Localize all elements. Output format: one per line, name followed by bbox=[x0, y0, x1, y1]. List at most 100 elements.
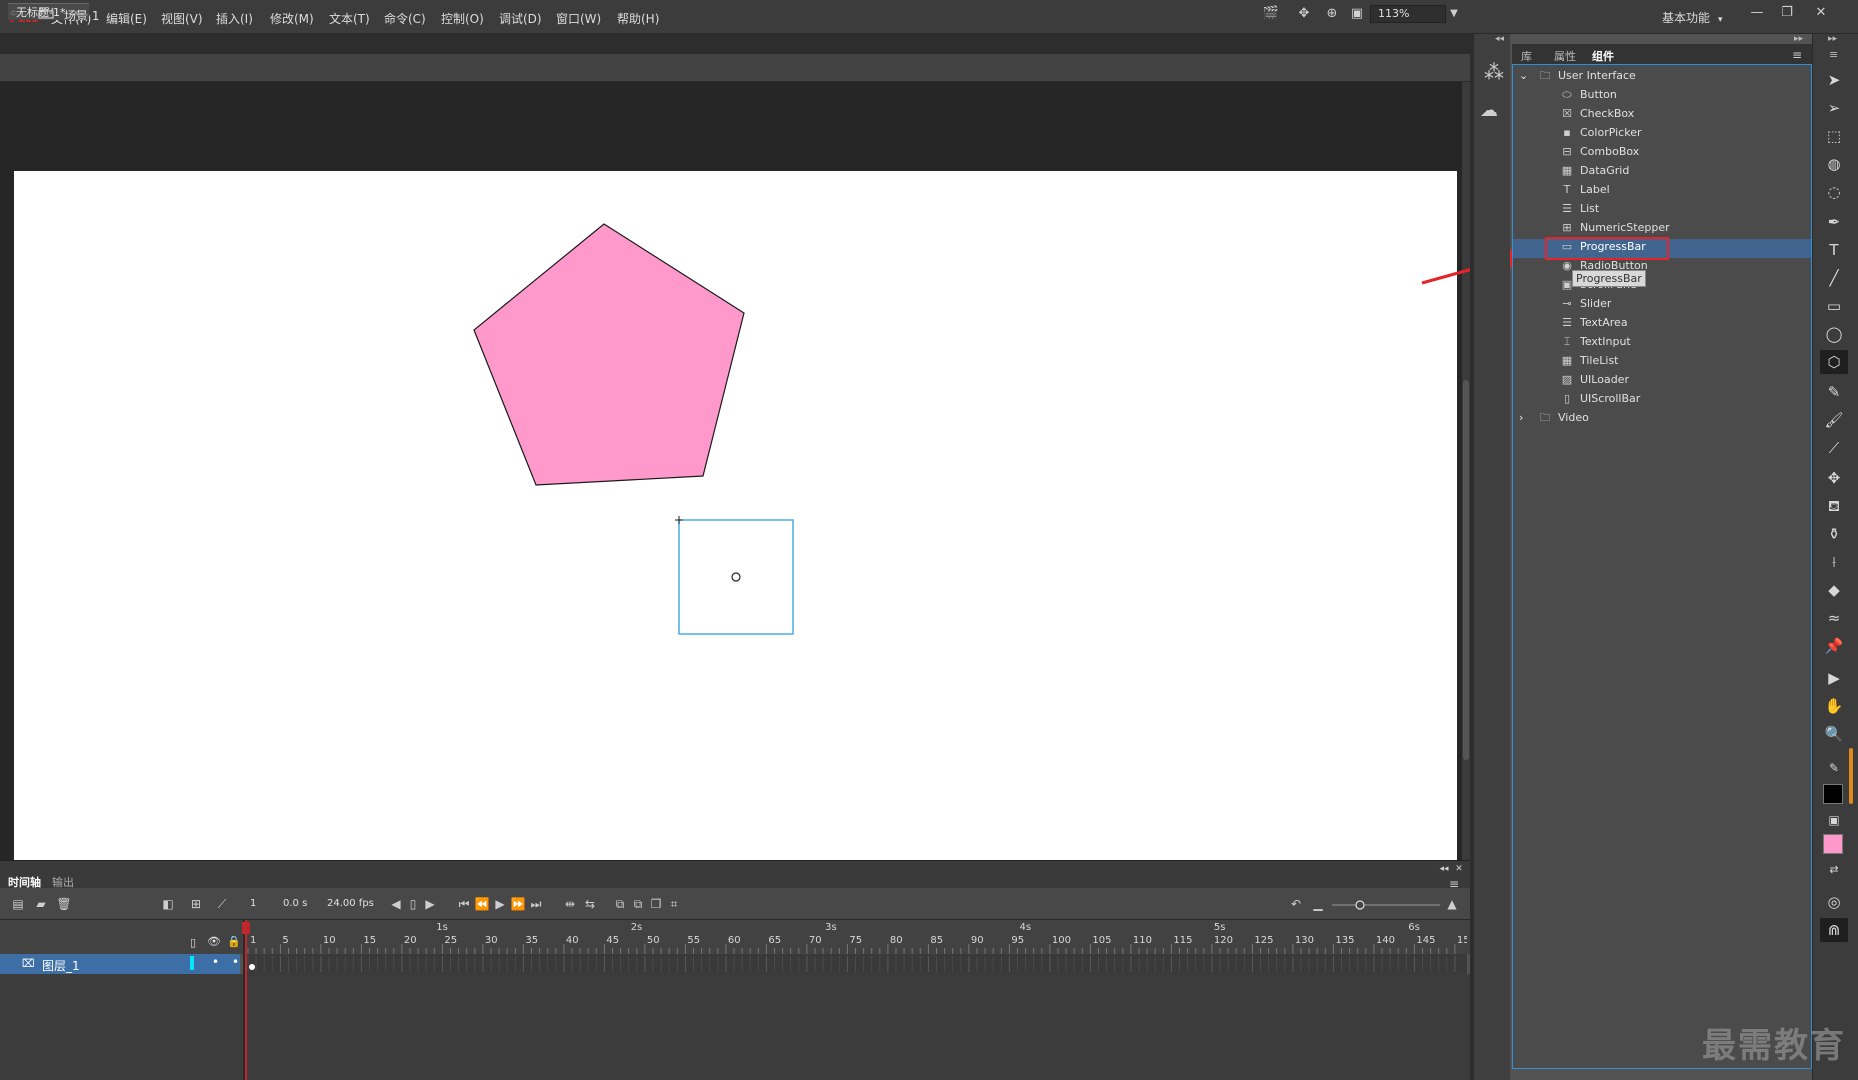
tree-item-textarea[interactable]: ☰ TextArea bbox=[1560, 313, 1628, 332]
close-icon[interactable]: ✕ bbox=[1451, 861, 1467, 877]
paint-brush-tool-icon[interactable]: 🖌 bbox=[1820, 408, 1848, 432]
paint-bucket-tool-icon[interactable]: ⛾ bbox=[1820, 494, 1848, 518]
restore-button[interactable]: ❐ bbox=[1774, 3, 1800, 23]
tree-item-tilelist[interactable]: ▦ TileList bbox=[1560, 351, 1619, 370]
tree-item-textinput[interactable]: ⌶ TextInput bbox=[1560, 332, 1631, 351]
component-selection-box[interactable] bbox=[678, 519, 794, 635]
free-transform-tool-icon[interactable]: ⬚ bbox=[1820, 124, 1848, 148]
expand-panel-icon[interactable]: ▸▸ bbox=[1828, 34, 1837, 44]
tree-item-slider[interactable]: ⊸ Slider bbox=[1560, 294, 1611, 313]
center-stage-icon[interactable]: ⊕ bbox=[1323, 6, 1341, 22]
swap-colors-icon[interactable]: ⇄ bbox=[1820, 858, 1848, 882]
clip-stage-icon[interactable]: ▣ bbox=[1348, 6, 1366, 22]
loop-icon[interactable]: ⇆ bbox=[582, 896, 598, 912]
menu-commands[interactable]: 命令(C) bbox=[384, 10, 426, 27]
motion-presets-icon[interactable]: ⁂ bbox=[1484, 60, 1504, 84]
go-to-last-icon[interactable]: ⏭ bbox=[528, 896, 544, 912]
frame-ruler[interactable]: 1 5 10 15 20 25 30 35 40 45 50 55 60 65 70 75 80 85 90 95 10… bbox=[245, 920, 1467, 954]
menu-modify[interactable]: 修改(M) bbox=[270, 10, 314, 27]
lock-icon[interactable]: 🔒 bbox=[227, 935, 241, 948]
next-keyframe-icon[interactable]: ▶ bbox=[422, 896, 438, 912]
creative-cloud-icon[interactable]: ☁ bbox=[1480, 100, 1498, 121]
layer-row[interactable]: ⌧ 图层_1 • • bbox=[0, 954, 240, 974]
tree-item-numericstepper[interactable]: ⊞ NumericStepper bbox=[1560, 218, 1669, 237]
bone-tool-icon[interactable]: ✥ bbox=[1820, 466, 1848, 490]
menu-control[interactable]: 控制(O) bbox=[441, 10, 484, 27]
layer-name[interactable]: 图层_1 bbox=[42, 957, 80, 974]
zoom-in-icon[interactable]: ▲ bbox=[1444, 896, 1460, 912]
stage-canvas[interactable] bbox=[14, 171, 1457, 860]
polystar-tool-icon[interactable]: ⬡ bbox=[1820, 350, 1848, 374]
modify-markers-icon[interactable]: ⌗ bbox=[666, 896, 682, 912]
fill-color-swatch[interactable] bbox=[1823, 834, 1843, 854]
tab-properties[interactable]: 属性 bbox=[1554, 48, 1576, 64]
visibility-dot-icon[interactable]: • bbox=[212, 955, 219, 969]
rectangle-tool-icon[interactable]: ▭ bbox=[1820, 294, 1848, 318]
edit-symbol-icon[interactable]: ✥ bbox=[1295, 6, 1313, 22]
delete-layer-icon[interactable]: 🗑 bbox=[56, 896, 72, 912]
center-frame-icon[interactable]: ⇹ bbox=[562, 896, 578, 912]
subselection-tool-icon[interactable]: ➢ bbox=[1820, 96, 1848, 120]
panel-menu-icon[interactable]: ≡ bbox=[1792, 48, 1802, 62]
tab-library[interactable]: 库 bbox=[1521, 48, 1532, 64]
tree-item-uiloader[interactable]: ▨ UILoader bbox=[1560, 370, 1629, 389]
menu-help[interactable]: 帮助(H) bbox=[617, 10, 659, 27]
eraser-tool-icon[interactable]: ◆ bbox=[1820, 578, 1848, 602]
text-tool-icon[interactable]: T bbox=[1820, 238, 1848, 262]
go-to-first-icon[interactable]: ⏮ bbox=[456, 896, 472, 912]
tree-item-combobox[interactable]: ⊟ ComboBox bbox=[1560, 142, 1639, 161]
elapsed-time[interactable]: 0.0 s bbox=[283, 898, 307, 909]
menu-view[interactable]: 视图(V) bbox=[161, 10, 203, 27]
tab-components[interactable]: 组件 bbox=[1592, 48, 1614, 64]
insert-keyframe-icon[interactable]: ▯ bbox=[405, 896, 421, 912]
prev-keyframe-icon[interactable]: ◀ bbox=[388, 896, 404, 912]
tree-item-datagrid[interactable]: ▦ DataGrid bbox=[1560, 161, 1630, 180]
edit-scene-icon[interactable]: 🎬 bbox=[1262, 6, 1280, 22]
tree-item-button[interactable]: ⬭ Button bbox=[1560, 85, 1617, 104]
tree-item-checkbox[interactable]: ☒ CheckBox bbox=[1560, 104, 1634, 123]
new-layer-icon[interactable]: ▤ bbox=[10, 896, 26, 912]
onion-skin-icon[interactable]: ⧉ bbox=[612, 896, 628, 912]
collapse-panel-icon[interactable]: ◂◂ bbox=[1436, 861, 1452, 877]
frame-rate[interactable]: 24.00 fps bbox=[327, 898, 374, 909]
tree-item-list[interactable]: ☰ List bbox=[1560, 199, 1599, 218]
new-folder-icon[interactable]: ▰ bbox=[33, 896, 49, 912]
eyedropper-tool-icon[interactable]: ⟊ bbox=[1820, 550, 1848, 574]
zoom-tool-icon[interactable]: 🔍 bbox=[1820, 722, 1848, 746]
pentagon-shape[interactable] bbox=[473, 223, 745, 486]
layer-frames[interactable] bbox=[245, 954, 1467, 974]
chevron-down-icon[interactable]: ⌄ bbox=[1519, 66, 1528, 85]
lasso-tool-icon[interactable]: ◌ bbox=[1820, 180, 1848, 204]
step-back-icon[interactable]: ⏪ bbox=[474, 896, 490, 912]
menu-window[interactable]: 窗口(W) bbox=[556, 10, 601, 27]
stage-scrollbar-thumb[interactable] bbox=[1463, 380, 1469, 760]
selection-tool-icon[interactable]: ➤ bbox=[1820, 68, 1848, 92]
hand-tool-icon[interactable]: ✋ bbox=[1820, 694, 1848, 718]
tree-item-colorpicker[interactable]: ▪ ColorPicker bbox=[1560, 123, 1641, 142]
ink-bottle-tool-icon[interactable]: ⚱ bbox=[1820, 522, 1848, 546]
line-tool-icon[interactable]: ╱ bbox=[1820, 266, 1848, 290]
play-icon[interactable]: ▶ bbox=[492, 896, 508, 912]
close-window-button[interactable]: ✕ bbox=[1808, 3, 1834, 23]
brush-tool-icon[interactable]: ⟋ bbox=[1820, 436, 1848, 460]
layer-parenting-icon[interactable]: ⊞ bbox=[188, 896, 204, 912]
chevron-down-icon[interactable]: ▼ bbox=[1446, 5, 1462, 23]
lock-dot-icon[interactable]: • bbox=[232, 955, 239, 969]
tools-scrollbar[interactable] bbox=[1849, 748, 1853, 804]
transform-point-icon[interactable] bbox=[731, 572, 741, 582]
object-drawing-icon[interactable]: ◎ bbox=[1820, 890, 1848, 914]
eye-icon[interactable]: 👁 bbox=[207, 935, 221, 948]
menu-debug[interactable]: 调试(D) bbox=[499, 10, 542, 27]
workspace-switcher[interactable]: 基本功能 ▾ bbox=[1662, 9, 1723, 26]
tree-item-uiscrollbar[interactable]: ▯ UIScrollBar bbox=[1560, 389, 1640, 408]
graph-icon[interactable]: ⟋ bbox=[214, 896, 230, 912]
panel-menu-icon[interactable]: ≡ bbox=[1829, 48, 1838, 61]
camera-tool-icon[interactable]: ▶ bbox=[1820, 666, 1848, 690]
outline-toggle-icon[interactable]: ▯ bbox=[190, 936, 196, 949]
tree-folder-user-interface[interactable]: 🗀 User Interface bbox=[1538, 66, 1636, 85]
current-frame[interactable]: 1 bbox=[250, 898, 256, 909]
collapse-panel-icon[interactable]: ◂◂ bbox=[1495, 34, 1504, 44]
undo-icon[interactable]: ↶ bbox=[1288, 896, 1304, 912]
zoom-field[interactable]: 113% bbox=[1370, 5, 1446, 23]
width-tool-icon[interactable]: ≈ bbox=[1820, 606, 1848, 630]
